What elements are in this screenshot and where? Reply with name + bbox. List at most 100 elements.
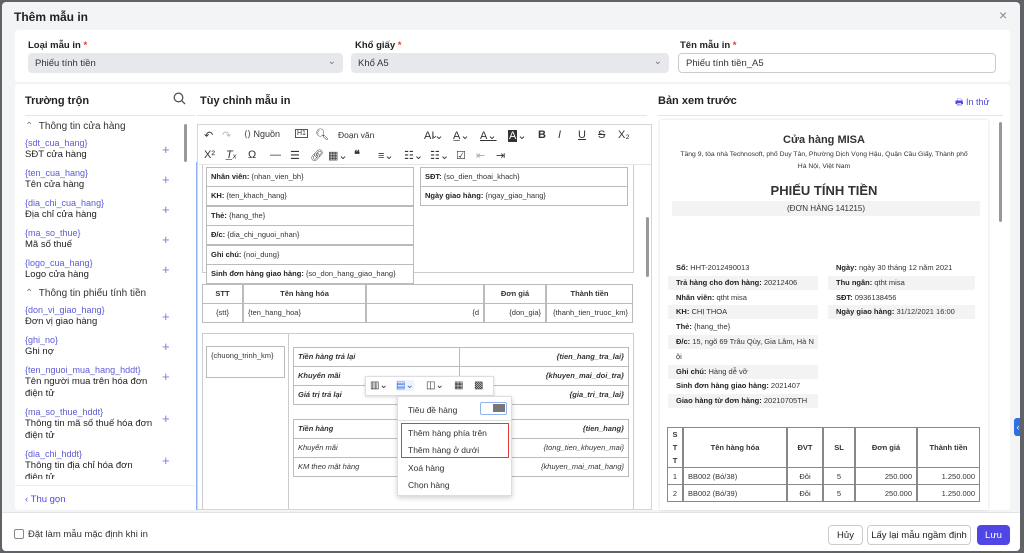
field-description: Ghi nợ: [25, 346, 54, 357]
field-code: {dia_chi_cua_hang}: [25, 198, 105, 208]
add-field-icon[interactable]: +: [162, 172, 170, 187]
items-data-cell[interactable]: {thanh_tien_truoc_km}: [546, 303, 633, 323]
field-group-header[interactable]: ⌃ Thông tin phiếu tính tiền: [25, 288, 146, 299]
superscript-icon[interactable]: X²: [204, 149, 215, 161]
add-field-icon[interactable]: +: [162, 411, 170, 426]
horizontal-line-icon[interactable]: —: [270, 149, 281, 161]
font-size-icon[interactable]: AI⌄: [424, 129, 444, 142]
template-name-input[interactable]: Phiếu tính tiền_A5: [678, 53, 996, 73]
preview-info-row: Giao hàng từ đơn hàng: 20210705TH: [668, 394, 818, 409]
menu-select-row[interactable]: Chọn hàng: [408, 480, 450, 490]
strikethrough-icon[interactable]: S: [598, 129, 605, 141]
add-field-icon[interactable]: +: [162, 142, 170, 157]
bold-icon[interactable]: B: [538, 129, 546, 141]
default-template-checkbox[interactable]: [14, 529, 24, 539]
items-data-cell[interactable]: {stt}: [202, 303, 243, 323]
print-test-button[interactable]: 🖶︎ In thử: [955, 95, 990, 111]
editor-scrollbar[interactable]: [646, 217, 649, 277]
totals-value[interactable]: {tong_tien_khuyen_mai}: [493, 438, 629, 458]
save-button[interactable]: Lưu: [977, 525, 1010, 545]
menu-insert-row-below[interactable]: Thêm hàng ở dưới: [408, 445, 479, 455]
preview-table-header: Tên hàng hóa: [683, 427, 787, 468]
items-data-cell[interactable]: {d: [366, 303, 484, 323]
preview-info-row: Thu ngân: qtht misa: [828, 275, 975, 290]
menu-header-row[interactable]: Tiêu đề hàng: [408, 405, 457, 415]
align-icon[interactable]: ≡⌄: [378, 149, 394, 162]
menu-delete-row[interactable]: Xoá hàng: [408, 463, 444, 473]
editor-area[interactable]: ↶ ↷ ⟨⟩ Nguồn H1 🔍︎ Đoạn văn ⌄ AI⌄ A̲⌄ A⌄ …: [197, 124, 652, 510]
totals-label[interactable]: Tiền hàng trả lại: [293, 347, 460, 367]
close-icon[interactable]: ×: [999, 7, 1007, 23]
info-row[interactable]: Ngày giao hàng: {ngay_giao_hang}: [420, 186, 628, 207]
redo-icon[interactable]: ↷: [222, 129, 231, 142]
add-field-icon[interactable]: +: [162, 339, 170, 354]
paper-size-select[interactable]: Khổ A5 ⌄: [351, 53, 669, 73]
cell-properties-icon[interactable]: ▩: [474, 380, 483, 391]
totals-value[interactable]: {tien_hang}: [493, 419, 629, 439]
page-break-icon[interactable]: ☰: [290, 149, 300, 162]
add-field-icon[interactable]: +: [162, 202, 170, 217]
blockquote-icon[interactable]: ❝: [354, 148, 360, 161]
header-row-toggle[interactable]: [480, 402, 507, 415]
editor-title: Tùy chỉnh mẫu in: [200, 95, 291, 107]
reset-default-button[interactable]: Lấy lại mẫu ngầm định: [867, 525, 971, 545]
info-row[interactable]: KH: {ten_khach_hang}: [206, 186, 414, 207]
add-field-icon[interactable]: +: [162, 232, 170, 247]
items-data-cell[interactable]: {don_gia}: [484, 303, 546, 323]
special-char-icon[interactable]: Ω: [248, 149, 256, 161]
add-field-icon[interactable]: +: [162, 369, 170, 384]
row-icon[interactable]: ▤⌄: [396, 380, 414, 391]
collapse-button[interactable]: ‹ Thu gọn: [25, 494, 66, 505]
table-properties-icon[interactable]: ▦: [454, 380, 463, 391]
field-group-header[interactable]: ⌃ Thông tin cửa hàng: [25, 121, 126, 132]
find-replace-icon[interactable]: 🔍︎: [315, 128, 329, 141]
totals-value[interactable]: {khuyen_mai_mat_hang}: [493, 457, 629, 477]
indent-icon[interactable]: ⇥: [496, 149, 505, 162]
font-color-icon[interactable]: A⌄: [480, 129, 497, 142]
source-button[interactable]: ⟨⟩ Nguồn: [244, 129, 280, 140]
column-icon[interactable]: ▥⌄: [370, 380, 388, 391]
field-code: {ghi_no}: [25, 335, 59, 345]
preview-info-row: Đ/c: 15, ngõ 69 Trâu Qùy, Gia Lâm, Hà N: [668, 335, 818, 349]
font-family-icon[interactable]: A̲⌄: [453, 129, 470, 142]
cancel-button[interactable]: Hủy: [828, 525, 863, 545]
expand-panel-button[interactable]: ‹: [1014, 418, 1020, 436]
field-description: SĐT cửa hàng: [25, 149, 87, 160]
todo-list-icon[interactable]: ☑: [456, 149, 466, 162]
italic-icon[interactable]: I: [558, 129, 561, 141]
preview-table-cell: 1.250.000: [917, 467, 980, 485]
add-field-icon[interactable]: +: [162, 262, 170, 277]
field-description: Đơn vị giao hàng: [25, 316, 98, 327]
info-row[interactable]: SĐT: {so_dien_thoai_khach}: [420, 167, 628, 187]
undo-icon[interactable]: ↶: [204, 129, 213, 142]
link-icon[interactable]: 🔗︎: [310, 149, 324, 162]
table-icon[interactable]: ▦⌄: [328, 149, 348, 162]
menu-insert-row-above[interactable]: Thêm hàng phía trên: [408, 428, 487, 438]
info-row[interactable]: Nhân viên: {nhan_vien_bh}: [206, 167, 414, 187]
heading-icon[interactable]: H1: [295, 129, 308, 138]
preview-scrollbar[interactable]: [999, 122, 1002, 222]
field-code: {ten_nguoi_mua_hang_hddt}: [25, 365, 141, 375]
info-row[interactable]: Thẻ: {hang_the}: [206, 205, 414, 226]
bullet-list-icon[interactable]: ☷⌄: [404, 149, 423, 162]
subscript-icon[interactable]: X₂: [618, 129, 630, 141]
template-type-select[interactable]: Phiếu tính tiền ⌄: [28, 53, 343, 73]
search-icon[interactable]: [173, 92, 186, 108]
highlight-color-icon[interactable]: A⌄: [508, 129, 527, 142]
totals-value[interactable]: {tien_hang_tra_lai}: [459, 347, 629, 367]
preview-info-row: Số: HHT-2012490013: [676, 263, 750, 272]
fields-scrollbar[interactable]: [184, 124, 187, 162]
paragraph-select[interactable]: Đoạn văn ⌄: [338, 130, 438, 140]
clear-format-icon[interactable]: T̲ₓ: [226, 149, 237, 161]
info-row[interactable]: Ghi chú: {noi_dung}: [206, 244, 414, 265]
items-data-cell[interactable]: {ten_hang_hoa}: [243, 303, 366, 323]
info-row[interactable]: Sinh đơn hàng giao hàng: {so_don_hang_gi…: [206, 264, 414, 284]
merge-cells-icon[interactable]: ◫⌄: [426, 380, 444, 391]
underline-icon[interactable]: U: [578, 129, 586, 141]
numbered-list-icon[interactable]: ☷⌄: [430, 149, 449, 162]
add-field-icon[interactable]: +: [162, 309, 170, 324]
promo-cell[interactable]: {chuong_trinh_km}: [206, 346, 285, 378]
outdent-icon[interactable]: ⇤: [476, 149, 485, 162]
info-row[interactable]: Đ/c: {dia_chi_nguoi_nhan}: [206, 225, 414, 246]
add-field-icon[interactable]: +: [162, 453, 170, 468]
